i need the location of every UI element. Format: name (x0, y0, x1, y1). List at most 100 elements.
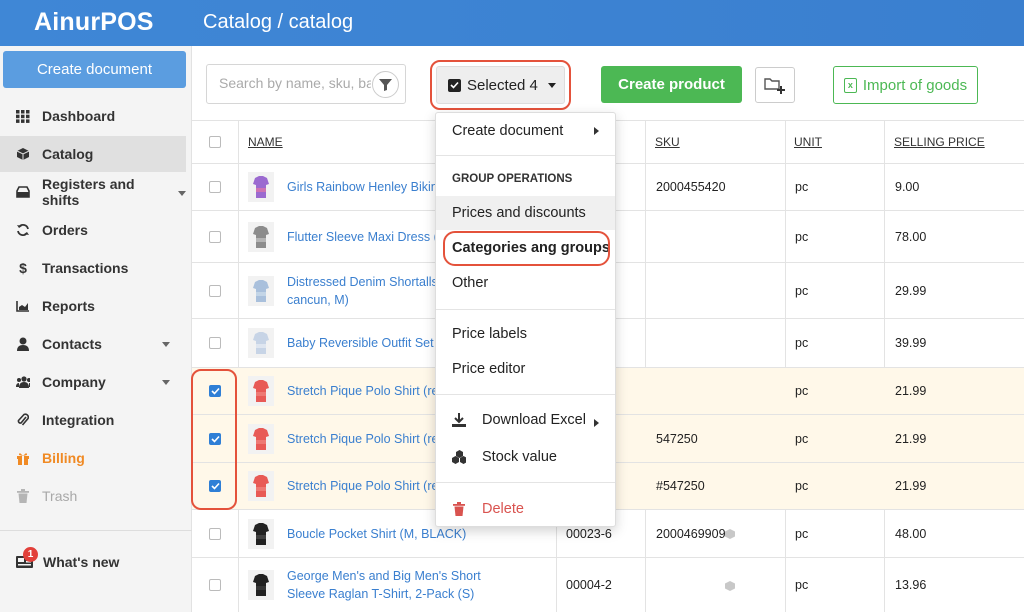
trash-icon (452, 502, 466, 516)
cube-icon (725, 529, 735, 539)
whats-new-link[interactable]: 1 What's new (16, 547, 120, 570)
sidebar-item-trash[interactable]: Trash (0, 478, 186, 514)
product-thumbnail (248, 376, 274, 406)
table-row[interactable]: George Men's and Big Men's Short Sleeve … (192, 557, 1024, 612)
paperclip-icon (16, 413, 30, 427)
select-all-checkbox[interactable] (209, 121, 221, 163)
gift-icon (16, 451, 30, 465)
sidebar-item-label: Company (42, 374, 106, 390)
product-unit-cell: pc (795, 229, 809, 244)
highlight-selected-checkboxes (191, 369, 237, 510)
menu-divider (436, 482, 615, 483)
app-logo[interactable]: AinurPOS (34, 8, 154, 37)
menu-item-price-labels[interactable]: Price labels (436, 317, 615, 351)
sidebar-item-catalog[interactable]: Catalog (0, 136, 186, 172)
menu-item-price-editor[interactable]: Price editor (436, 352, 615, 386)
sidebar-item-reports[interactable]: Reports (0, 288, 186, 324)
sidebar-item-transactions[interactable]: $ Transactions (0, 250, 186, 286)
product-sku-cell: 2000455420 (656, 180, 726, 194)
product-thumbnail (248, 423, 274, 454)
menu-divider (436, 155, 615, 156)
product-code-cell: 00004-2 (566, 578, 612, 592)
sidebar-item-label: Orders (42, 222, 88, 238)
sidebar-item-billing[interactable]: Billing (0, 440, 186, 476)
product-name-link[interactable]: Girls Rainbow Henley Bikini S (287, 178, 452, 196)
search-input[interactable] (219, 75, 371, 91)
sidebar-item-company[interactable]: Company (0, 364, 186, 400)
sidebar-item-label: Catalog (42, 146, 94, 162)
sidebar-item-label: Registers and shifts (42, 176, 135, 208)
import-goods-label: Import of goods (862, 76, 968, 94)
row-checkbox[interactable] (209, 319, 221, 367)
filter-icon (379, 79, 392, 91)
search-box (206, 64, 406, 104)
menu-item-delete[interactable]: Delete (436, 492, 615, 526)
product-price-cell: 78.00 (895, 229, 927, 244)
add-folder-button[interactable] (755, 67, 795, 103)
sidebar-item-contacts[interactable]: Contacts (0, 326, 186, 362)
group-actions-menu: Create document GROUP OPERATIONS Prices … (435, 112, 616, 527)
product-unit-cell: pc (795, 578, 809, 592)
product-thumbnail (248, 172, 274, 202)
product-thumbnail (248, 328, 274, 358)
filter-button[interactable] (372, 71, 399, 98)
menu-item-download-excel[interactable]: Download Excel (436, 403, 615, 437)
sidebar-item-label: Dashboard (42, 108, 116, 124)
product-price-cell: 21.99 (895, 384, 927, 398)
sidebar-item-label: Contacts (42, 336, 102, 352)
row-checkbox[interactable] (209, 510, 221, 557)
download-icon (452, 413, 466, 427)
sidebar-item-integration[interactable]: Integration (0, 402, 186, 438)
chevron-down-icon (162, 380, 170, 385)
product-name-link[interactable]: Stretch Pique Polo Shirt (rec (287, 382, 445, 400)
product-name-link[interactable]: Boucle Pocket Shirt (M, BLACK) (287, 525, 466, 543)
column-header-sku[interactable]: SKU (655, 121, 680, 163)
register-icon (16, 185, 30, 199)
product-price-cell: 21.99 (895, 479, 927, 493)
product-price-cell: 39.99 (895, 336, 927, 350)
product-name-link[interactable]: Stretch Pique Polo Shirt (rec (287, 430, 445, 448)
product-unit-cell: pc (795, 384, 809, 398)
product-sku-cell: #547250 (656, 479, 705, 493)
box-icon (16, 147, 30, 161)
row-checkbox[interactable] (209, 263, 221, 318)
sidebar-item-registers[interactable]: Registers and shifts (0, 174, 186, 210)
sidebar-item-orders[interactable]: Orders (0, 212, 186, 248)
menu-item-stock-value[interactable]: Stock value (436, 440, 615, 474)
sidebar: Create document Dashboard Catalog Regist… (0, 46, 192, 612)
top-header: AinurPOS Catalog / catalog (0, 0, 1024, 46)
sidebar-item-dashboard[interactable]: Dashboard (0, 98, 186, 134)
row-checkbox[interactable] (209, 211, 221, 262)
highlight-selected-button (430, 60, 571, 110)
product-unit-cell: pc (795, 336, 809, 350)
row-checkbox[interactable] (209, 558, 221, 612)
sidebar-item-label: Billing (42, 450, 85, 466)
create-product-button[interactable]: Create product (601, 66, 742, 103)
menu-item-prices-discounts[interactable]: Prices and discounts (436, 196, 615, 230)
create-document-button[interactable]: Create document (3, 51, 186, 88)
product-thumbnail (248, 518, 274, 549)
product-price-cell: 48.00 (895, 526, 927, 541)
import-goods-button[interactable]: x Import of goods (833, 66, 978, 104)
chart-icon (16, 299, 30, 313)
news-icon: 1 (16, 547, 38, 569)
product-price-cell: 9.00 (895, 180, 920, 194)
row-checkbox[interactable] (209, 164, 221, 210)
dollar-icon: $ (19, 260, 27, 276)
folder-plus-icon (764, 78, 785, 94)
product-name-link[interactable]: Baby Reversible Outfit Set (p (287, 334, 448, 352)
product-name-link[interactable]: Stretch Pique Polo Shirt (rec (287, 477, 445, 495)
menu-item-other[interactable]: Other (436, 266, 615, 300)
column-header-unit[interactable]: UNIT (794, 121, 822, 163)
product-thumbnail (248, 570, 274, 600)
menu-item-create-document[interactable]: Create document (436, 114, 615, 148)
whats-new-label: What's new (43, 554, 120, 570)
column-header-name[interactable]: NAME (248, 121, 283, 163)
refresh-icon (16, 223, 30, 237)
user-icon (16, 337, 30, 351)
column-header-selling-price[interactable]: SELLING PRICE (894, 121, 985, 163)
chevron-down-icon (162, 342, 170, 347)
users-icon (16, 375, 30, 389)
product-name-link[interactable]: George Men's and Big Men's Short Sleeve … (287, 567, 513, 603)
chevron-down-icon (178, 190, 186, 196)
